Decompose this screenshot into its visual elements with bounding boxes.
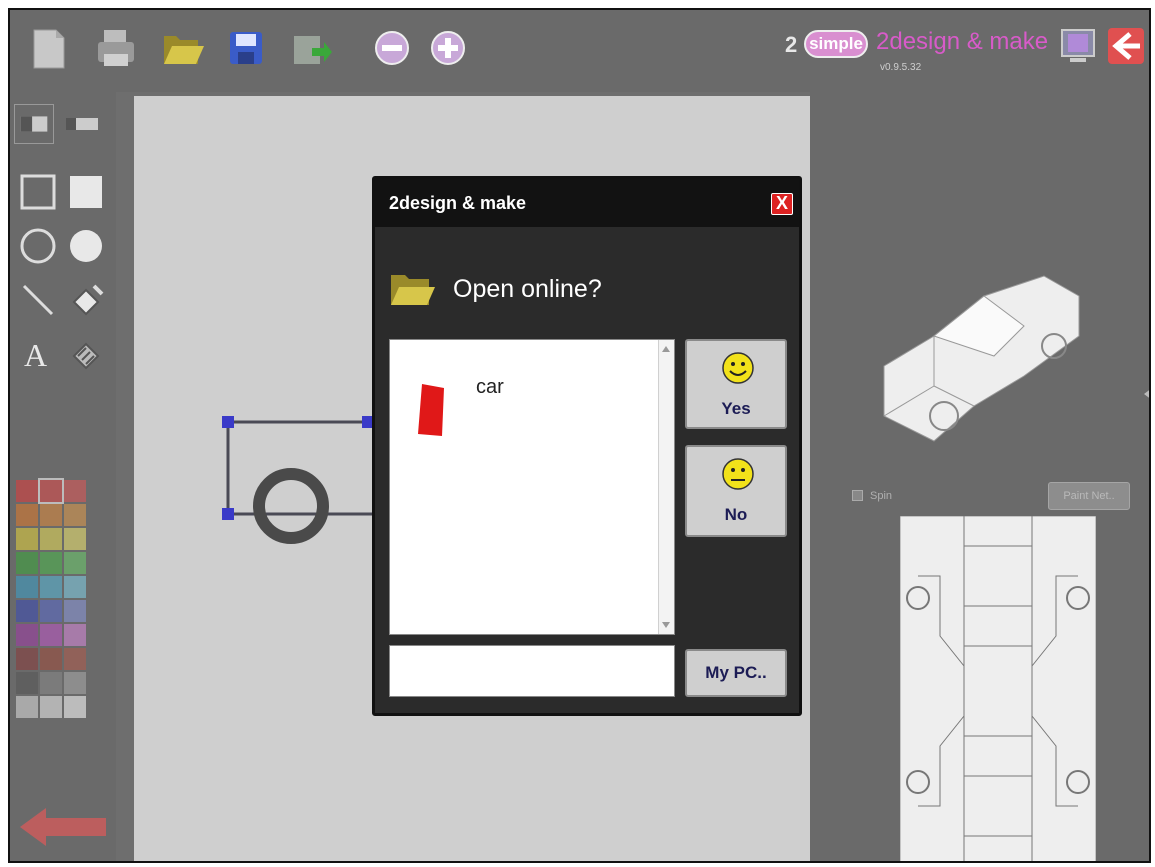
pattern-fill-icon[interactable]: [66, 334, 106, 374]
tool-panel: A: [10, 92, 116, 861]
rectangle-filled-icon[interactable]: [66, 172, 106, 212]
color-swatch[interactable]: [64, 648, 86, 670]
yes-button[interactable]: Yes: [685, 339, 787, 429]
brand-pill: simple: [804, 30, 868, 58]
toolbar: 2 simple 2design & make v0.9.5.32: [10, 10, 1149, 92]
multi-select-tool-icon[interactable]: [62, 104, 102, 144]
brand-prefix: 2: [785, 32, 798, 57]
color-swatch[interactable]: [16, 528, 38, 550]
car-3d-preview[interactable]: [874, 266, 1084, 466]
text-tool-icon[interactable]: A: [18, 334, 58, 374]
preview-panel: [810, 92, 1151, 863]
app-window: 2 simple 2design & make v0.9.5.32 A Spin…: [8, 8, 1151, 863]
color-swatch[interactable]: [16, 576, 38, 598]
color-swatch[interactable]: [40, 504, 62, 526]
select-tool-icon[interactable]: [14, 104, 54, 144]
color-swatch[interactable]: [16, 600, 38, 622]
circle-outline-icon[interactable]: [18, 226, 58, 266]
open-folder-icon[interactable]: [160, 26, 204, 70]
save-icon[interactable]: [224, 26, 268, 70]
color-swatch[interactable]: [16, 552, 38, 574]
collapse-arrow-icon[interactable]: [1144, 388, 1151, 400]
neutral-face-icon: [722, 458, 754, 490]
wheel-circle-shape[interactable]: [253, 468, 329, 544]
zoom-in-icon[interactable]: [426, 26, 470, 70]
color-swatch[interactable]: [40, 600, 62, 622]
color-swatch[interactable]: [40, 552, 62, 574]
color-swatch[interactable]: [64, 672, 86, 694]
spin-label: Spin: [870, 490, 893, 502]
export-icon[interactable]: [288, 26, 332, 70]
fullscreen-icon[interactable]: [1056, 24, 1100, 68]
scroll-down-icon[interactable]: [662, 622, 670, 628]
color-swatch[interactable]: [16, 672, 38, 694]
happy-face-icon: [722, 352, 754, 384]
exit-icon[interactable]: [1104, 24, 1148, 68]
color-swatch[interactable]: [16, 480, 38, 502]
color-swatch[interactable]: [64, 552, 86, 574]
file-item[interactable]: car: [412, 376, 552, 446]
color-swatch[interactable]: [16, 696, 38, 718]
color-swatch[interactable]: [16, 648, 38, 670]
color-swatch[interactable]: [64, 528, 86, 550]
car-net-preview[interactable]: [900, 516, 1096, 863]
color-swatch[interactable]: [64, 576, 86, 598]
spin-checkbox[interactable]: [852, 490, 863, 501]
color-swatch[interactable]: [64, 480, 86, 502]
file-list-scrollbar[interactable]: [658, 340, 674, 634]
my-pc-button[interactable]: My PC..: [685, 649, 787, 697]
print-icon[interactable]: [94, 26, 138, 70]
color-swatch[interactable]: [40, 624, 62, 646]
file-name: car: [476, 376, 504, 398]
app-version: v0.9.5.32: [880, 62, 922, 73]
rectangle-outline-icon[interactable]: [18, 172, 58, 212]
file-list[interactable]: car: [389, 339, 675, 635]
app-title: 2design & make: [876, 28, 1049, 55]
color-swatch[interactable]: [40, 696, 62, 718]
dialog-title: 2design & make: [389, 193, 527, 213]
back-arrow-icon[interactable]: [16, 804, 110, 850]
dialog-header: 2design & make X: [375, 179, 799, 227]
color-swatch[interactable]: [40, 576, 62, 598]
color-swatch[interactable]: [64, 624, 86, 646]
color-swatch[interactable]: [40, 672, 62, 694]
selection-handle[interactable]: [222, 508, 234, 520]
no-button[interactable]: No: [685, 445, 787, 537]
color-swatch[interactable]: [64, 600, 86, 622]
circle-filled-icon[interactable]: [66, 226, 106, 266]
file-thumbnail: [418, 384, 444, 436]
filename-input[interactable]: [389, 645, 675, 697]
color-swatch[interactable]: [64, 696, 86, 718]
color-swatch[interactable]: [16, 504, 38, 526]
close-button[interactable]: X: [771, 193, 793, 215]
color-swatch[interactable]: [16, 624, 38, 646]
color-swatch[interactable]: [64, 504, 86, 526]
fill-bucket-icon[interactable]: [66, 280, 106, 320]
open-online-dialog: 2design & make X Open online? car Yes No…: [372, 176, 802, 716]
open-folder-icon: [391, 275, 435, 305]
color-swatch[interactable]: [40, 648, 62, 670]
line-tool-icon[interactable]: [18, 280, 58, 320]
zoom-out-icon[interactable]: [370, 26, 414, 70]
paint-net-button[interactable]: Paint Net..: [1048, 482, 1130, 510]
selected-rectangle-shape[interactable]: [226, 420, 390, 516]
selection-handle[interactable]: [222, 416, 234, 428]
dialog-question: Open online?: [453, 275, 602, 303]
svg-text:A: A: [24, 337, 47, 373]
color-swatch[interactable]: [38, 478, 64, 504]
color-swatch[interactable]: [40, 528, 62, 550]
scroll-up-icon[interactable]: [662, 346, 670, 352]
yes-label: Yes: [721, 399, 751, 418]
no-label: No: [724, 505, 748, 524]
new-icon[interactable]: [26, 26, 70, 70]
